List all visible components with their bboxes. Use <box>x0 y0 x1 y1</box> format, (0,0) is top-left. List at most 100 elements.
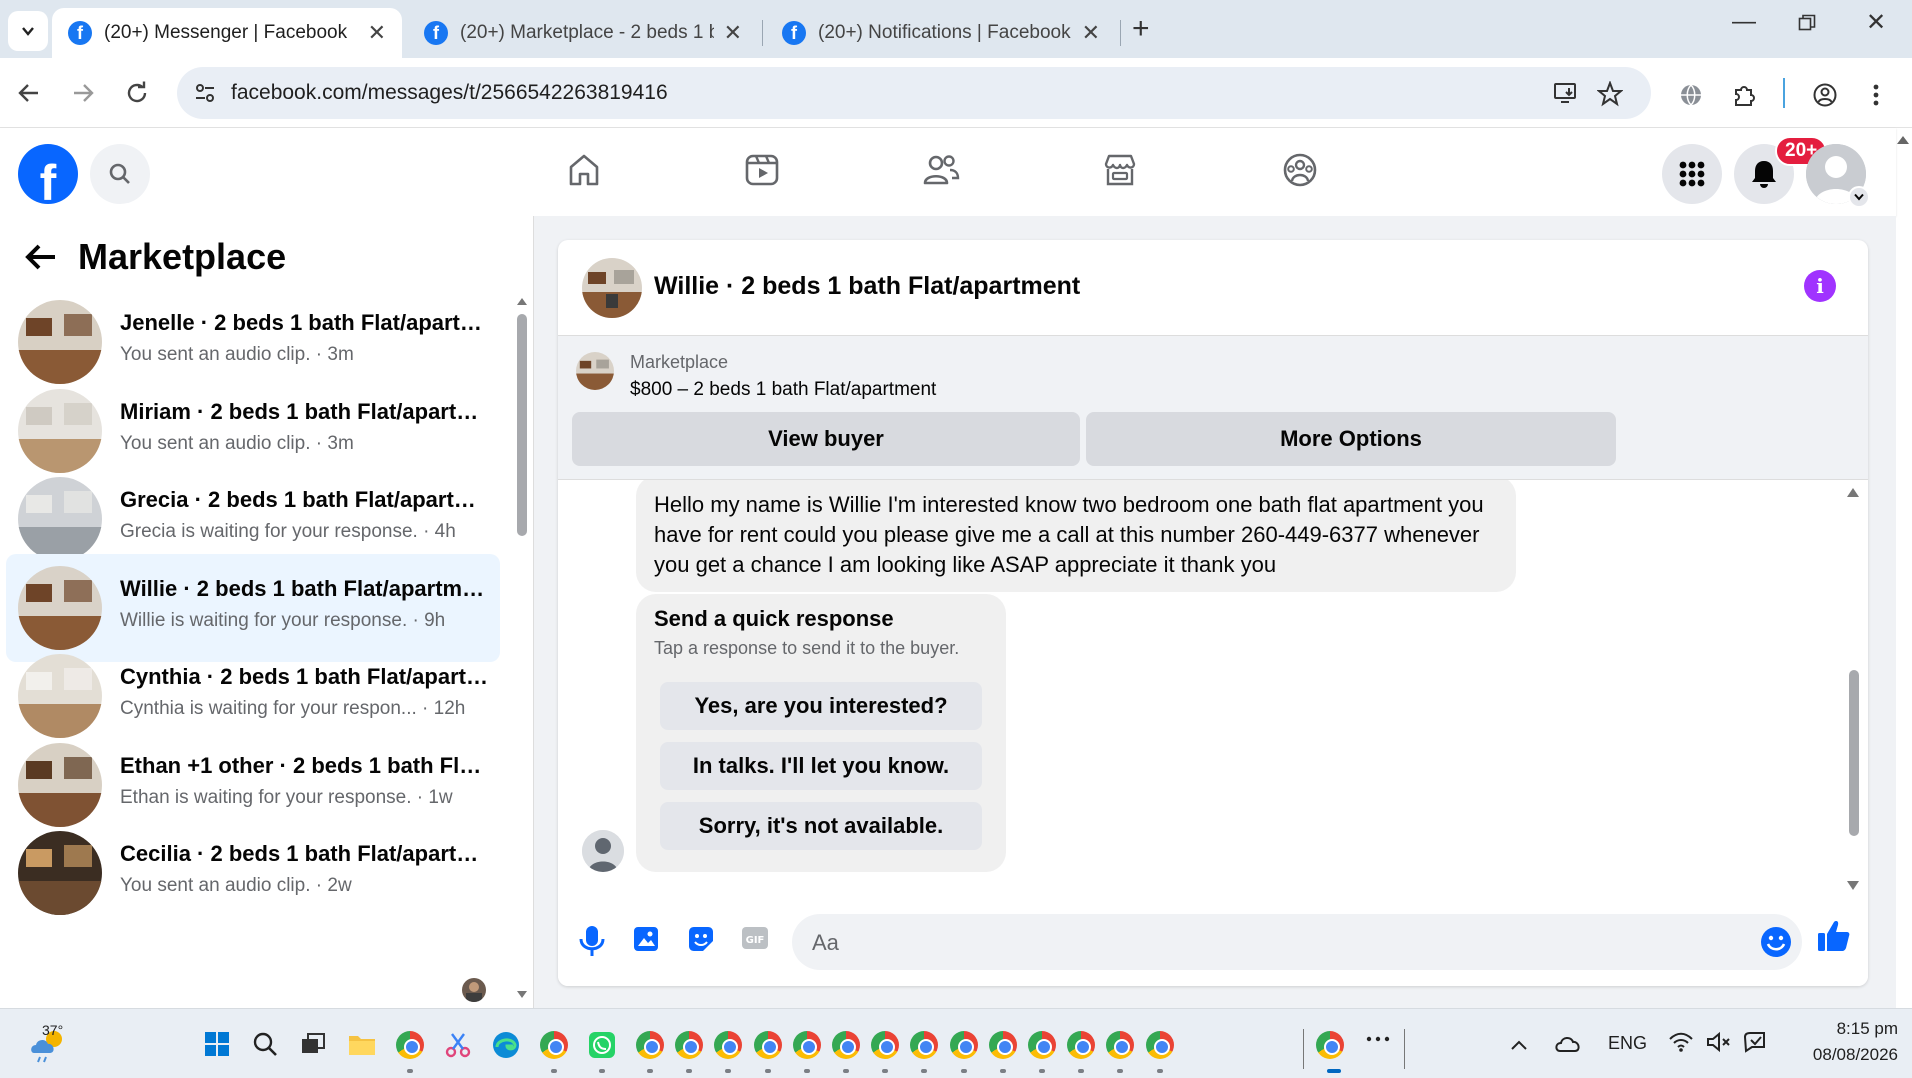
extensions-icon[interactable] <box>1732 82 1758 108</box>
taskbar-chrome-window[interactable] <box>1106 1031 1134 1059</box>
nav-groups[interactable] <box>1282 152 1318 188</box>
onedrive-icon[interactable] <box>1554 1033 1582 1061</box>
taskbar-chrome-window[interactable] <box>793 1031 821 1059</box>
wifi-icon[interactable] <box>1668 1031 1696 1059</box>
taskbar-chrome-window[interactable] <box>714 1031 742 1059</box>
back-button[interactable] <box>16 80 42 106</box>
volume-muted-icon[interactable] <box>1706 1031 1734 1059</box>
like-icon[interactable] <box>1816 918 1852 954</box>
input-language[interactable]: ENG <box>1608 1033 1647 1054</box>
whatsapp-button[interactable] <box>588 1031 616 1059</box>
tab-messenger[interactable]: f (20+) Messenger | Facebook ✕ <box>52 8 402 58</box>
new-tab-button[interactable]: + <box>1132 12 1150 46</box>
conversation-item[interactable]: Cecilia · 2 beds 1 bath Flat/apartment Yo… <box>6 819 500 927</box>
nav-video[interactable] <box>744 152 780 188</box>
close-tab-icon[interactable]: ✕ <box>368 20 386 46</box>
taskbar-chrome-window[interactable] <box>1146 1031 1174 1059</box>
voice-clip-icon[interactable] <box>578 924 606 958</box>
menu-button[interactable] <box>1662 144 1722 204</box>
running-indicator <box>1157 1069 1163 1073</box>
chat-avatar[interactable] <box>582 258 642 318</box>
quick-response-option[interactable]: Sorry, it's not available. <box>660 802 982 850</box>
close-tab-icon[interactable]: ✕ <box>724 20 742 46</box>
taskbar-chrome-window[interactable] <box>754 1031 782 1059</box>
taskbar-chrome-window[interactable] <box>989 1031 1017 1059</box>
taskbar-chrome-active[interactable] <box>1316 1031 1344 1059</box>
sticker-icon[interactable] <box>686 924 716 954</box>
photo-attach-icon[interactable] <box>632 924 660 954</box>
scroll-up-arrow[interactable] <box>516 296 528 306</box>
listing-photo-icon <box>18 831 102 915</box>
site-info-icon[interactable] <box>193 81 217 105</box>
snipping-tool-button[interactable] <box>444 1031 472 1059</box>
forward-button[interactable] <box>70 80 96 106</box>
address-bar[interactable]: facebook.com/messages/t/2566542263819416 <box>177 67 1651 119</box>
bookmark-star-icon[interactable] <box>1597 81 1623 107</box>
close-tab-icon[interactable]: ✕ <box>1082 20 1100 46</box>
taskbar-chrome-2[interactable] <box>540 1031 568 1059</box>
quick-response-option[interactable]: In talks. I'll let you know. <box>660 742 982 790</box>
nav-marketplace[interactable] <box>1102 152 1138 188</box>
scroll-up-arrow[interactable] <box>1846 486 1860 498</box>
profile-icon[interactable] <box>1812 82 1838 108</box>
tab-title: (20+) Marketplace - 2 beds 1 bath Flat/a… <box>460 22 714 43</box>
facebook-logo-icon[interactable]: f <box>18 144 78 204</box>
reload-button[interactable] <box>124 80 150 106</box>
show-hidden-icons-button[interactable] <box>1510 1039 1538 1067</box>
gif-icon[interactable]: GIF <box>740 924 770 952</box>
taskbar-chrome-window[interactable] <box>832 1031 860 1059</box>
taskbar-chrome-window[interactable] <box>910 1031 938 1059</box>
taskbar-chrome-1[interactable] <box>396 1031 424 1059</box>
more-options-button[interactable]: More Options <box>1086 412 1616 466</box>
nav-home[interactable] <box>566 152 602 188</box>
more-apps-button[interactable] <box>1366 1035 1394 1063</box>
buyer-avatar[interactable] <box>582 830 624 872</box>
sidebar-scrollbar-thumb[interactable] <box>517 314 527 536</box>
restore-button[interactable] <box>1798 14 1816 32</box>
listing-thumbnail[interactable] <box>576 352 614 390</box>
scroll-down-arrow[interactable] <box>516 990 528 1000</box>
taskbar-chrome-window[interactable] <box>675 1031 703 1059</box>
back-button[interactable] <box>24 242 58 272</box>
tab-notifications[interactable]: f (20+) Notifications | Facebook ✕ <box>766 8 1116 58</box>
browser-menu-icon[interactable] <box>1872 82 1880 108</box>
task-view-button[interactable] <box>300 1031 328 1059</box>
quick-response-option[interactable]: Yes, are you interested? <box>660 682 982 730</box>
taskbar-chrome-window[interactable] <box>950 1031 978 1059</box>
info-icon[interactable]: i <box>1804 270 1836 302</box>
clock-date[interactable]: 08/08/2026 <box>1780 1045 1898 1065</box>
view-buyer-button[interactable]: View buyer <box>572 412 1080 466</box>
search-icon <box>253 1032 277 1056</box>
read-receipt-avatar <box>462 978 486 1002</box>
scroll-down-arrow[interactable] <box>1846 880 1860 892</box>
browser-tab-bar: f (20+) Messenger | Facebook ✕ f (20+) M… <box>0 0 1912 58</box>
chrome-icon <box>1316 1031 1344 1059</box>
search-button[interactable] <box>90 144 150 204</box>
taskbar-chrome-window[interactable] <box>1067 1031 1095 1059</box>
battery-icon[interactable] <box>1742 1031 1770 1059</box>
edge-button[interactable] <box>492 1031 520 1059</box>
clock-time[interactable]: 8:15 pm <box>1818 1019 1898 1039</box>
message-input[interactable]: Aa <box>792 914 1802 970</box>
nav-friends[interactable] <box>922 152 960 188</box>
taskbar-chrome-window[interactable] <box>636 1031 664 1059</box>
ellipsis-icon <box>1366 1036 1390 1042</box>
vpn-globe-icon[interactable] <box>1678 82 1704 108</box>
taskbar-search-button[interactable] <box>252 1031 280 1059</box>
page-scroll-up-arrow[interactable] <box>1896 135 1910 145</box>
listing-price[interactable]: $800 – 2 beds 1 bath Flat/apartment <box>630 379 936 401</box>
taskbar-chrome-window[interactable] <box>1028 1031 1056 1059</box>
running-indicator <box>1117 1069 1123 1073</box>
emoji-icon[interactable] <box>1760 926 1792 958</box>
message-scrollbar-thumb[interactable] <box>1849 670 1859 836</box>
account-caret[interactable] <box>1848 186 1870 208</box>
start-button[interactable] <box>204 1031 232 1059</box>
tab-marketplace[interactable]: f (20+) Marketplace - 2 beds 1 bath Flat… <box>408 8 758 58</box>
minimize-button[interactable]: — <box>1732 8 1756 36</box>
close-window-button[interactable]: ✕ <box>1866 8 1886 37</box>
taskbar-chrome-window[interactable] <box>871 1031 899 1059</box>
tab-search-button[interactable] <box>8 11 48 51</box>
install-app-icon[interactable] <box>1553 81 1579 105</box>
whatsapp-icon <box>589 1032 615 1058</box>
file-explorer-button[interactable] <box>348 1031 376 1059</box>
